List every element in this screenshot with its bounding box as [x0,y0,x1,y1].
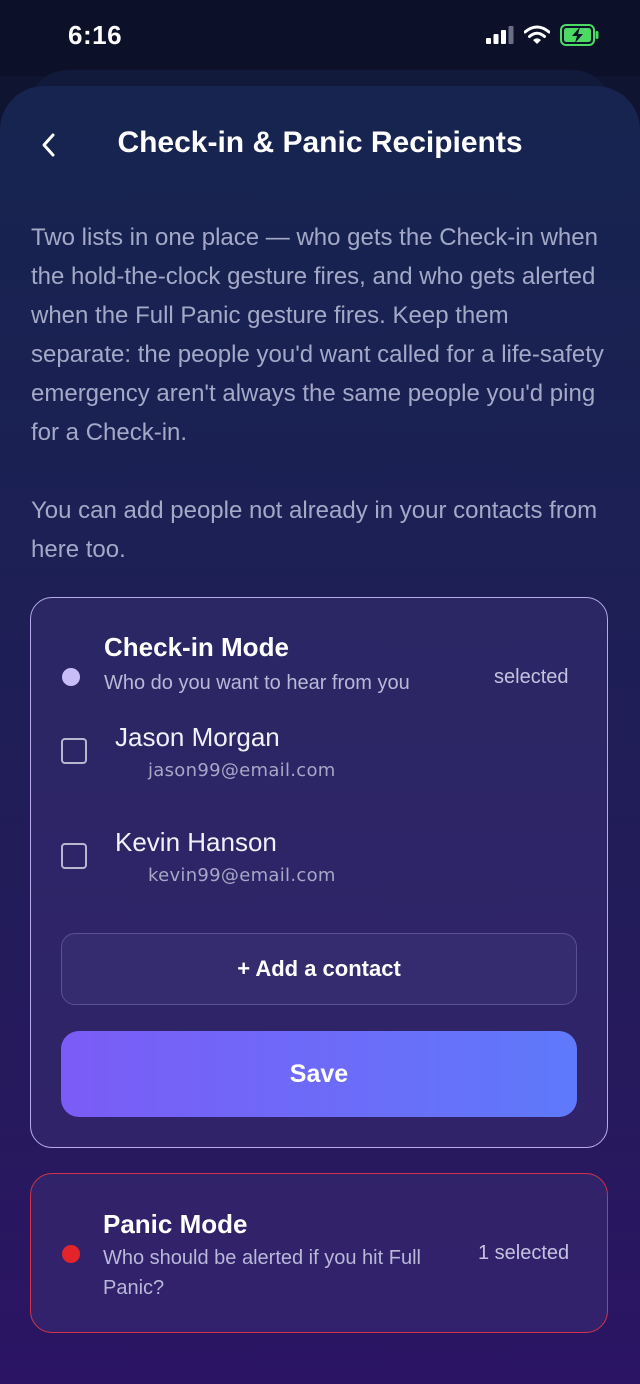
contact-row-jason-morgan[interactable]: Jason Morgan jason99@email.com [61,722,561,806]
panic-mode-subtitle: Who should be alerted if you hit Full Pa… [103,1247,421,1299]
status-bar: 6:16 [0,0,640,76]
panic-mode-title: Panic Mode [103,1209,248,1239]
contact-name: Kevin Hanson [115,827,277,857]
checkin-mode-card[interactable]: Check-in Mode Who do you want to hear fr… [30,597,608,1148]
battery-charging-icon [560,24,599,46]
wifi-icon [524,25,550,44]
contact-email: kevin99@email.com [148,865,336,886]
status-time: 6:16 [68,20,123,50]
contact-email: jason99@email.com [148,760,336,781]
contact-row-kevin-hanson[interactable]: Kevin Hanson kevin99@email.com [61,827,561,911]
intro-paragraph-1: Two lists in one place — who gets the Ch… [31,224,604,446]
add-contact-button[interactable]: + Add a contact [61,933,577,1005]
contact-checkbox[interactable] [61,843,87,869]
signal-icon [486,26,514,44]
intro-text: Two lists in one place — who gets the Ch… [31,218,611,569]
checkin-mode-subtitle: Who do you want to hear from you [104,672,410,694]
status-icons [486,24,600,46]
panic-mode-card[interactable]: Panic Mode Who should be alerted if you … [30,1173,608,1333]
page-title: Check-in & Panic Recipients [117,126,523,159]
save-button[interactable]: Save [61,1031,577,1117]
checkin-mode-title: Check-in Mode [104,632,289,662]
checkin-mode-indicator-icon [62,668,80,686]
contact-checkbox[interactable] [61,738,87,764]
intro-paragraph-2: You can add people not already in your c… [31,497,598,563]
panic-mode-indicator-icon [62,1245,80,1263]
contact-name: Jason Morgan [115,722,280,752]
panic-selected-count: 1 selected [478,1242,570,1264]
checkin-selected-count: selected [494,666,569,688]
